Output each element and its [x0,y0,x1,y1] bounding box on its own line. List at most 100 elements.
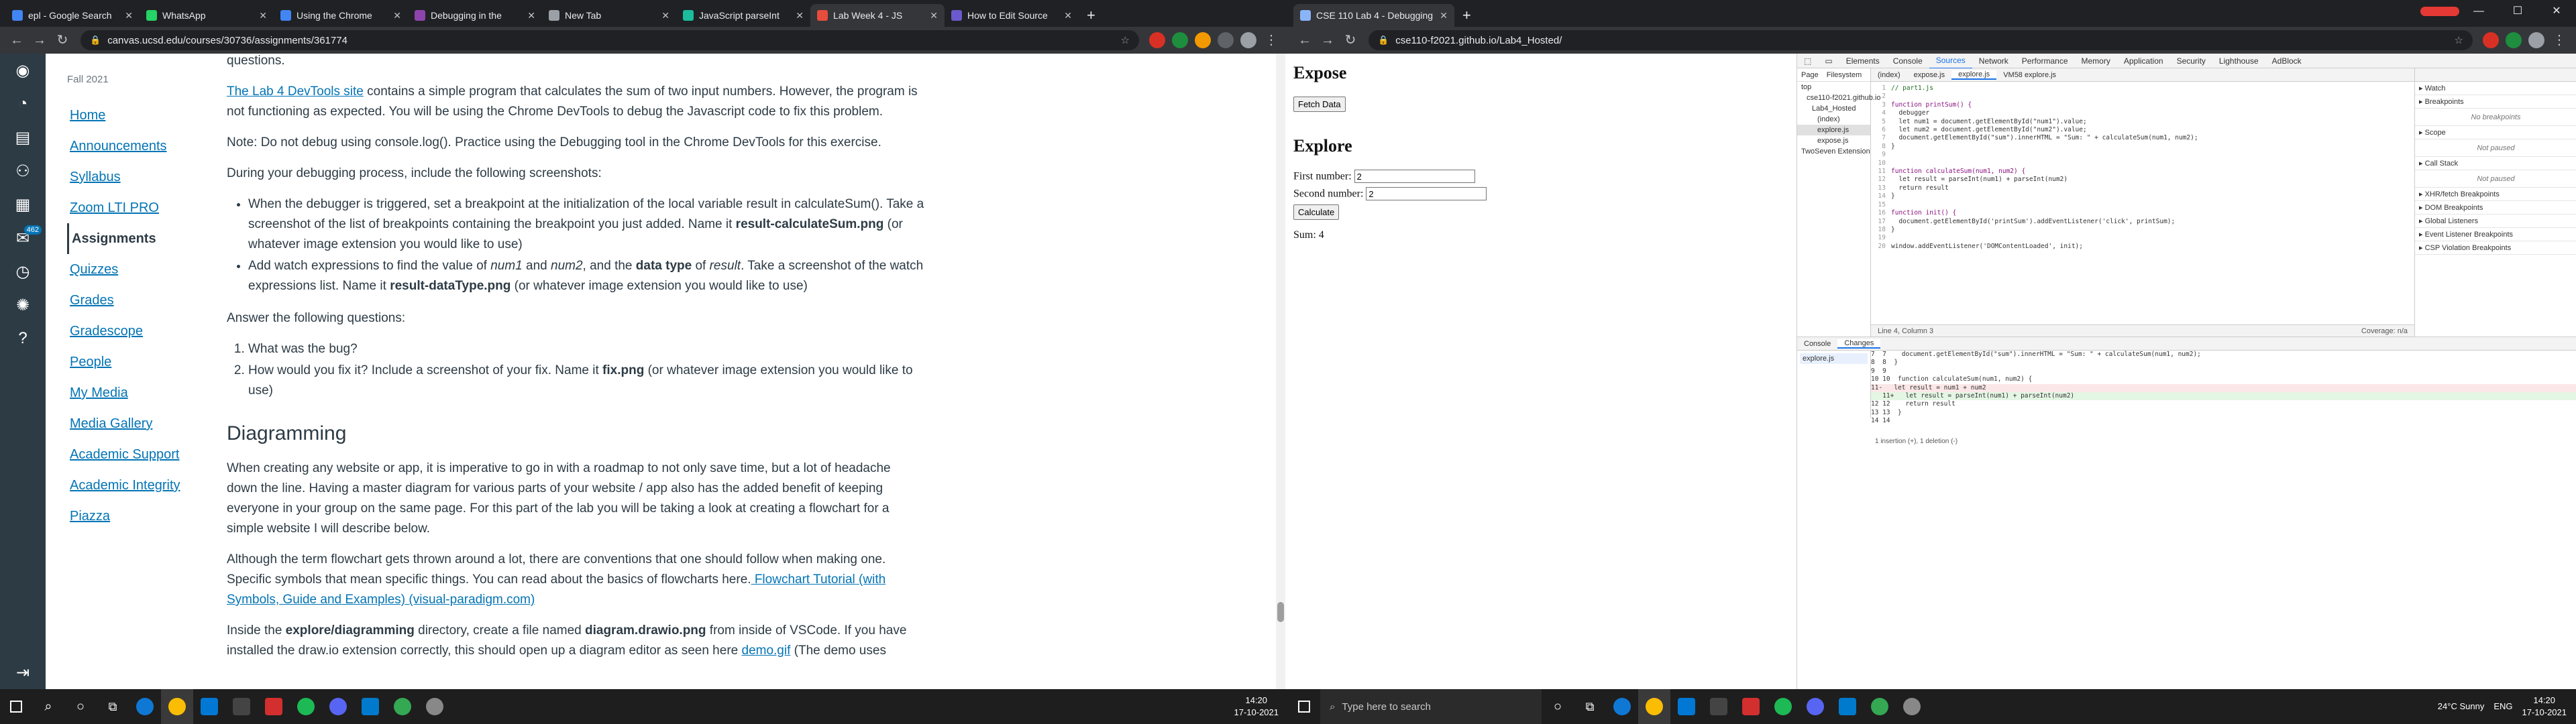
new-tab-button[interactable]: + [1454,4,1479,27]
line-number[interactable]: 19 [1874,234,1886,242]
line-number[interactable]: 8 [1874,143,1886,151]
extension-icon[interactable] [1172,32,1188,48]
calendar-icon[interactable]: ▦ [0,188,46,221]
line-number[interactable]: 15 [1874,201,1886,209]
calculate-button[interactable]: Calculate [1293,204,1340,220]
menu-icon[interactable]: ⋮ [2548,29,2571,52]
inbox-icon[interactable]: ✉ 462 [0,221,46,255]
line-number[interactable]: 6 [1874,126,1886,134]
devtools-tab[interactable]: Console [1886,54,1929,68]
line-number[interactable]: 13 [1874,184,1886,192]
code-line[interactable]: 13 return result [1874,184,2414,192]
taskbar-search[interactable]: ⌕ Type here to search [1320,689,1542,724]
scrollbar-thumb[interactable] [1277,602,1284,622]
code-line[interactable]: 18} [1874,226,2414,234]
navigator-tab[interactable]: Page [1797,71,1823,79]
close-icon[interactable]: ✕ [125,10,133,21]
chrome-icon[interactable] [1638,689,1670,724]
code-line[interactable]: 1 // part1.js [1874,84,2414,93]
commons-icon[interactable]: ✺ [0,288,46,322]
task-view-icon[interactable]: ⧉ [1574,689,1606,724]
maximize-icon[interactable]: ☐ [2498,0,2537,23]
discord-icon[interactable] [1799,689,1831,724]
demo-gif-link[interactable]: demo.gif [742,644,791,658]
discord-icon[interactable] [322,689,354,724]
extension-icon[interactable] [2483,32,2499,48]
page-scrollbar[interactable] [1276,54,1285,689]
code-line[interactable]: 17 document.getElementById('printSum').a… [1874,218,2414,226]
editor-tab[interactable]: (index) [1871,71,1907,79]
file-tree-node[interactable]: TwoSeven Extension [1797,146,1870,157]
close-icon[interactable]: ✕ [661,10,669,21]
debugger-section[interactable]: ▸ Scope [2415,126,2576,139]
course-nav-item[interactable]: Academic Integrity [67,470,215,501]
profile-avatar[interactable] [1240,32,1256,48]
line-number[interactable]: 1 [1874,84,1886,93]
edge-icon[interactable] [129,689,161,724]
drawer-tab[interactable]: Console [1797,340,1837,348]
debugger-section[interactable]: ▸ Call Stack [2415,157,2576,170]
line-number[interactable]: 4 [1874,109,1886,117]
code-line[interactable]: 4 debugger [1874,109,2414,117]
new-tab-button[interactable]: + [1079,4,1104,27]
code-line[interactable]: 2 [1874,93,2414,101]
close-icon[interactable]: ✕ [259,10,267,21]
course-nav-item[interactable]: Gradescope [67,316,215,347]
line-number[interactable]: 14 [1874,192,1886,200]
browser-tab[interactable]: epl - Google Search ✕ [5,4,140,27]
navigator-tab[interactable]: Filesystem [1823,71,1866,79]
mail-icon[interactable] [193,689,225,724]
browser-tab[interactable]: Lab Week 4 - JS ✕ [810,4,945,27]
code-line[interactable]: 16 function init() { [1874,209,2414,217]
debugger-section[interactable]: ▸ Global Listeners [2415,215,2576,228]
minimize-icon[interactable]: — [2459,0,2498,23]
code-line[interactable]: 8} [1874,143,2414,151]
forward-button[interactable]: → [28,29,51,52]
address-bar[interactable]: 🔒 cse110-f2021.github.io/Lab4_Hosted/ ☆ [1368,30,2473,50]
cortana-icon[interactable]: ○ [64,689,97,724]
code-line[interactable]: 14} [1874,192,2414,200]
code-line[interactable]: 5 let num1 = document.getElementById("nu… [1874,118,2414,126]
second-number-input[interactable] [1366,187,1487,200]
editor-tab[interactable]: explore.js [1951,70,1997,80]
changed-file[interactable]: explore.js [1800,353,1868,364]
start-button[interactable] [1288,689,1320,724]
devtools-tab[interactable]: Memory [2075,54,2117,68]
file-tree-node[interactable]: (index) [1797,114,1870,125]
code-line[interactable]: 11 function calculateSum(num1, num2) { [1874,168,2414,176]
reload-button[interactable]: ↻ [1339,29,1362,52]
app-icon[interactable] [1896,689,1928,724]
extension-icon[interactable] [2506,32,2522,48]
back-button[interactable]: ← [5,29,28,52]
line-number[interactable]: 9 [1874,151,1886,159]
line-number[interactable]: 11 [1874,168,1886,176]
course-nav-item[interactable]: Home [67,100,215,131]
chrome-alt-icon[interactable] [386,689,419,724]
groups-icon[interactable]: ⚇ [0,154,46,188]
line-number[interactable]: 16 [1874,209,1886,217]
reload-button[interactable]: ↻ [51,29,74,52]
line-number[interactable]: 20 [1874,243,1886,251]
start-button[interactable] [0,689,32,724]
vscode-icon[interactable] [354,689,386,724]
course-nav-item[interactable]: Quizzes [67,254,215,285]
help-icon[interactable]: ? [0,322,46,355]
spotify-icon[interactable] [290,689,322,724]
devtools-site-link[interactable]: The Lab 4 DevTools site [227,84,364,99]
close-icon[interactable]: ✕ [1440,10,1448,21]
code-line[interactable]: 3 function printSum() { [1874,101,2414,109]
bookmark-star-icon[interactable]: ☆ [2455,34,2463,46]
line-number[interactable]: 3 [1874,101,1886,109]
profile-avatar[interactable] [2528,32,2544,48]
course-nav-item[interactable]: Zoom LTI PRO [67,192,215,223]
extension-icon[interactable] [1218,32,1234,48]
file-tree-node[interactable]: Lab4_Hosted [1797,103,1870,114]
bookmark-star-icon[interactable]: ☆ [1121,34,1130,46]
store-icon[interactable] [1703,689,1735,724]
close-icon[interactable]: ✕ [930,10,938,21]
acrobat-icon[interactable] [1735,689,1767,724]
devtools-tab[interactable]: Lighthouse [2212,54,2265,68]
history-icon[interactable]: ◷ [0,255,46,288]
source-code[interactable]: 1// part1.js 2 3 function printSum() {4 deb… [1871,82,2414,251]
course-nav-item[interactable]: Media Gallery [67,408,215,439]
